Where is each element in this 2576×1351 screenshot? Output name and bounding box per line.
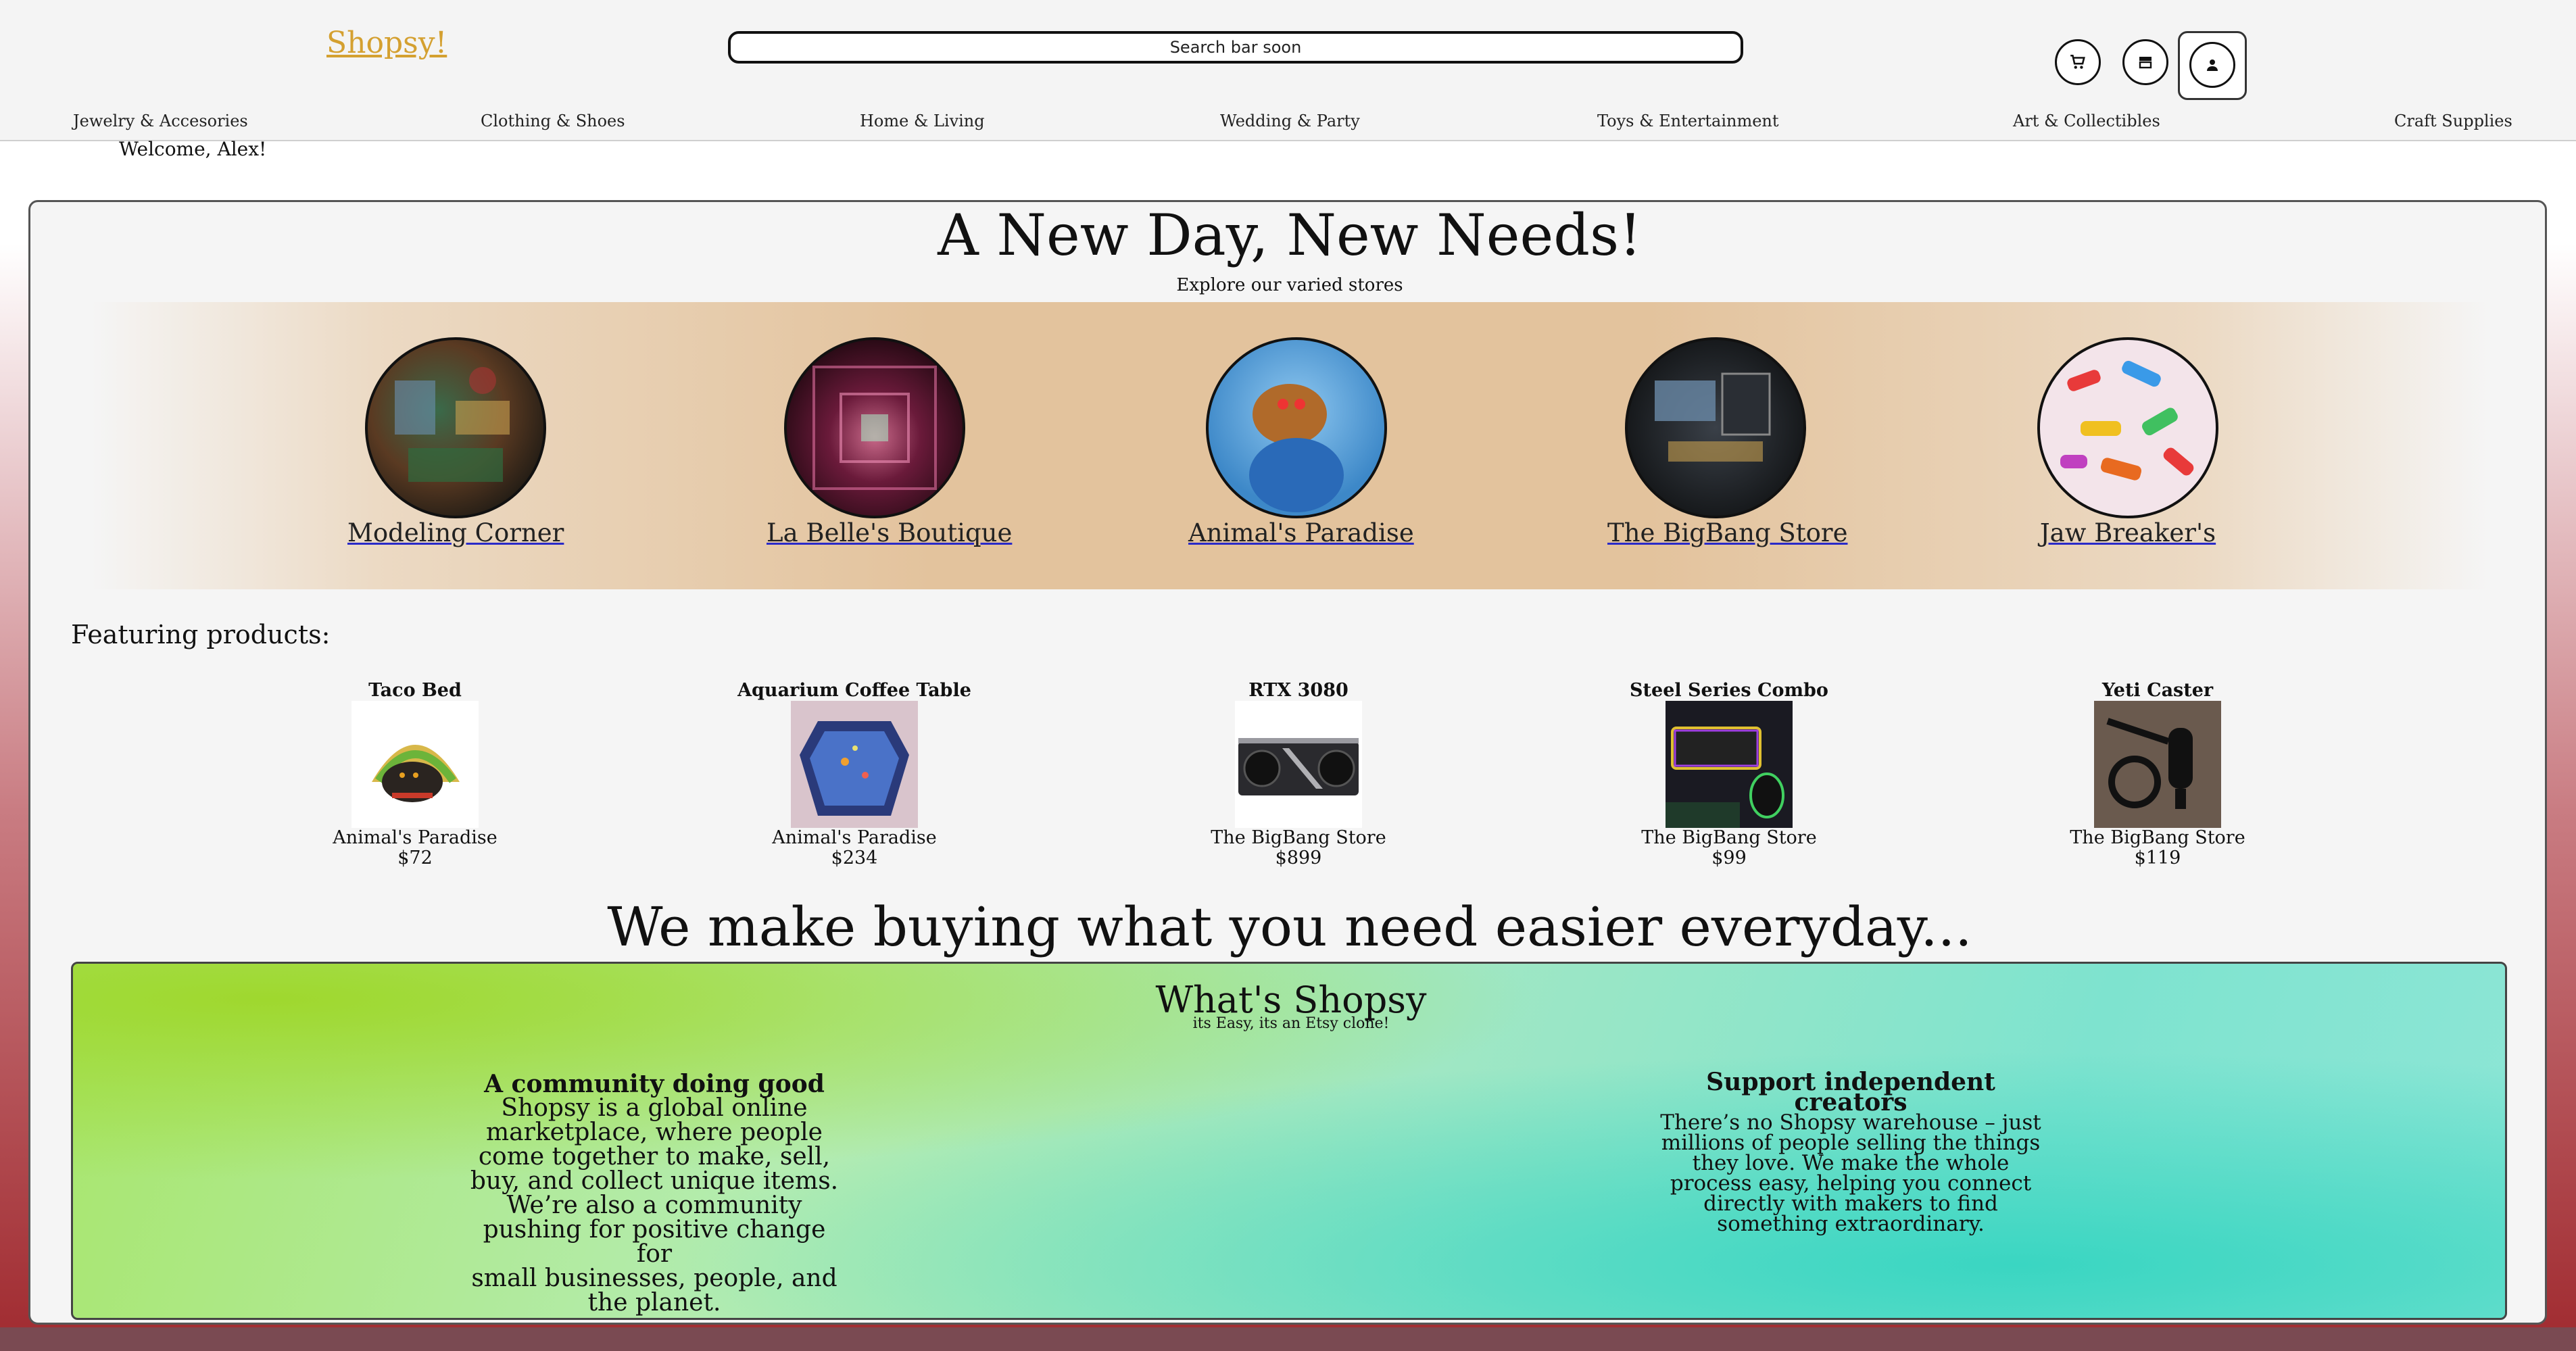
- hero-title: A New Day, New Needs!: [938, 202, 1642, 268]
- community-text-line: the planet.: [587, 1289, 721, 1317]
- nav-toys-entertainment[interactable]: Toys & Entertainment: [1597, 112, 1779, 130]
- store-image-modeling-corner[interactable]: [365, 337, 546, 518]
- store-card[interactable]: The BigBang Store: [1607, 337, 1847, 547]
- cart-icon: [2070, 54, 2085, 69]
- nav-clothing-shoes[interactable]: Clothing & Shoes: [481, 112, 625, 130]
- footer-strip: [0, 1327, 2576, 1351]
- featuring-label: Featuring products:: [71, 620, 331, 649]
- profile-menu[interactable]: [2178, 31, 2247, 100]
- profile-button[interactable]: [2189, 42, 2235, 88]
- user-icon: [2207, 59, 2218, 71]
- site-header: Shopsy! Search bar soon Jewelry & Acceso…: [0, 0, 2576, 141]
- product-name: Steel Series Combo: [1630, 680, 1828, 701]
- community-text-line: pushing for positive change for: [483, 1216, 826, 1268]
- about-subtitle: its Easy, its an Etsy clone!: [1192, 1015, 1390, 1032]
- about-section: What's Shopsy its Easy, its an Etsy clon…: [71, 962, 2507, 1320]
- welcome-message: Welcome, Alex!: [119, 138, 267, 160]
- community-text-line: marketplace, where people: [486, 1119, 823, 1146]
- store-icon: [2139, 57, 2152, 69]
- creators-text-line: something extraordinary.: [1717, 1212, 1985, 1236]
- logo-link[interactable]: Shopsy!: [326, 26, 447, 60]
- product-store: The BigBang Store: [1641, 827, 1817, 848]
- store-link[interactable]: Jaw Breaker's: [2020, 518, 2236, 547]
- store-image-jaw-breakers[interactable]: [2037, 337, 2218, 518]
- nav-wedding-party[interactable]: Wedding & Party: [1220, 112, 1360, 130]
- product-name: Taco Bed: [368, 680, 462, 701]
- product-price: $234: [831, 848, 878, 868]
- product-card[interactable]: Steel Series Combo The BigBang Store $99: [1587, 681, 1871, 868]
- product-card[interactable]: Yeti Caster The BigBang Store $119: [2016, 681, 2300, 868]
- community-heading: A community doing good: [484, 1070, 825, 1098]
- product-image-taco-bed[interactable]: [351, 701, 479, 828]
- product-name: Yeti Caster: [2101, 680, 2214, 701]
- store-link[interactable]: La Belle's Boutique: [767, 518, 1012, 547]
- store-card[interactable]: Animal's Paradise: [1188, 337, 1414, 547]
- creators-text-line: they love. We make the whole: [1692, 1151, 2010, 1175]
- creators-text-line: millions of people selling the things: [1661, 1131, 2041, 1155]
- product-image-steel-series-combo[interactable]: [1666, 701, 1793, 828]
- nav-home-living[interactable]: Home & Living: [860, 112, 985, 130]
- store-card[interactable]: La Belle's Boutique: [767, 337, 1012, 547]
- store-card[interactable]: Modeling Corner: [347, 337, 564, 547]
- nav-jewelry-accessories[interactable]: Jewelry & Accesories: [73, 112, 248, 130]
- product-price: $99: [1711, 848, 1747, 868]
- product-card[interactable]: RTX 3080 The BigBang Store $899: [1157, 681, 1440, 868]
- tagline: We make buying what you need easier ever…: [607, 895, 1972, 958]
- community-text-line: We’re also a community: [506, 1192, 802, 1219]
- creators-column: Support independent creators There’s no …: [1648, 1068, 2053, 1236]
- product-image-aquarium-coffee-table[interactable]: [791, 701, 918, 828]
- community-text-line: small businesses, people, and: [471, 1264, 837, 1292]
- product-card[interactable]: Aquarium Coffee Table Animal's Paradise …: [712, 681, 996, 868]
- product-price: $899: [1275, 848, 1322, 868]
- product-name: Aquarium Coffee Table: [737, 680, 971, 701]
- cart-button[interactable]: [2055, 39, 2101, 85]
- store-image-la-belles-boutique[interactable]: [784, 337, 965, 518]
- store-button[interactable]: [2122, 39, 2168, 85]
- product-price: $119: [2134, 848, 2181, 868]
- nav-craft-supplies[interactable]: Craft Supplies: [2394, 112, 2512, 130]
- community-text-line: Shopsy is a global online: [501, 1094, 808, 1122]
- product-image-yeti-caster[interactable]: [2094, 701, 2221, 828]
- main-panel: A New Day, New Needs! Explore our varied…: [28, 200, 2547, 1325]
- product-store: Animal's Paradise: [333, 827, 497, 848]
- community-text-line: come together to make, sell,: [478, 1143, 831, 1171]
- store-link[interactable]: Modeling Corner: [347, 518, 564, 547]
- creators-heading: Support independent creators: [1706, 1068, 1995, 1116]
- community-text-line: buy, and collect unique items.: [470, 1167, 839, 1195]
- store-card[interactable]: Jaw Breaker's: [2020, 337, 2236, 547]
- hero-subtitle: Explore our varied stores: [1176, 275, 1403, 295]
- product-name: RTX 3080: [1248, 680, 1348, 701]
- nav-art-collectibles[interactable]: Art & Collectibles: [2013, 112, 2160, 130]
- product-price: $72: [397, 848, 433, 868]
- store-link[interactable]: The BigBang Store: [1607, 518, 1847, 547]
- creators-text-line: process easy, helping you connect: [1670, 1171, 2032, 1196]
- store-image-the-bigbang-store[interactable]: [1625, 337, 1806, 518]
- store-image-animals-paradise[interactable]: [1206, 337, 1387, 518]
- product-store: The BigBang Store: [2070, 827, 2245, 848]
- product-card[interactable]: Taco Bed Animal's Paradise $72: [273, 681, 557, 868]
- stores-carousel: Modeling Corner La Belle's Boutique Anim…: [91, 302, 2488, 589]
- product-store: The BigBang Store: [1211, 827, 1386, 848]
- creators-text-line: There’s no Shopsy warehouse – just: [1660, 1110, 2041, 1135]
- product-image-rtx-3080[interactable]: [1235, 701, 1362, 828]
- product-store: Animal's Paradise: [772, 827, 937, 848]
- search-input[interactable]: Search bar soon: [728, 31, 1743, 64]
- community-column: A community doing good Shopsy is a globa…: [465, 1072, 844, 1315]
- creators-text-line: directly with makers to find: [1703, 1192, 1998, 1216]
- store-link[interactable]: Animal's Paradise: [1188, 518, 1414, 547]
